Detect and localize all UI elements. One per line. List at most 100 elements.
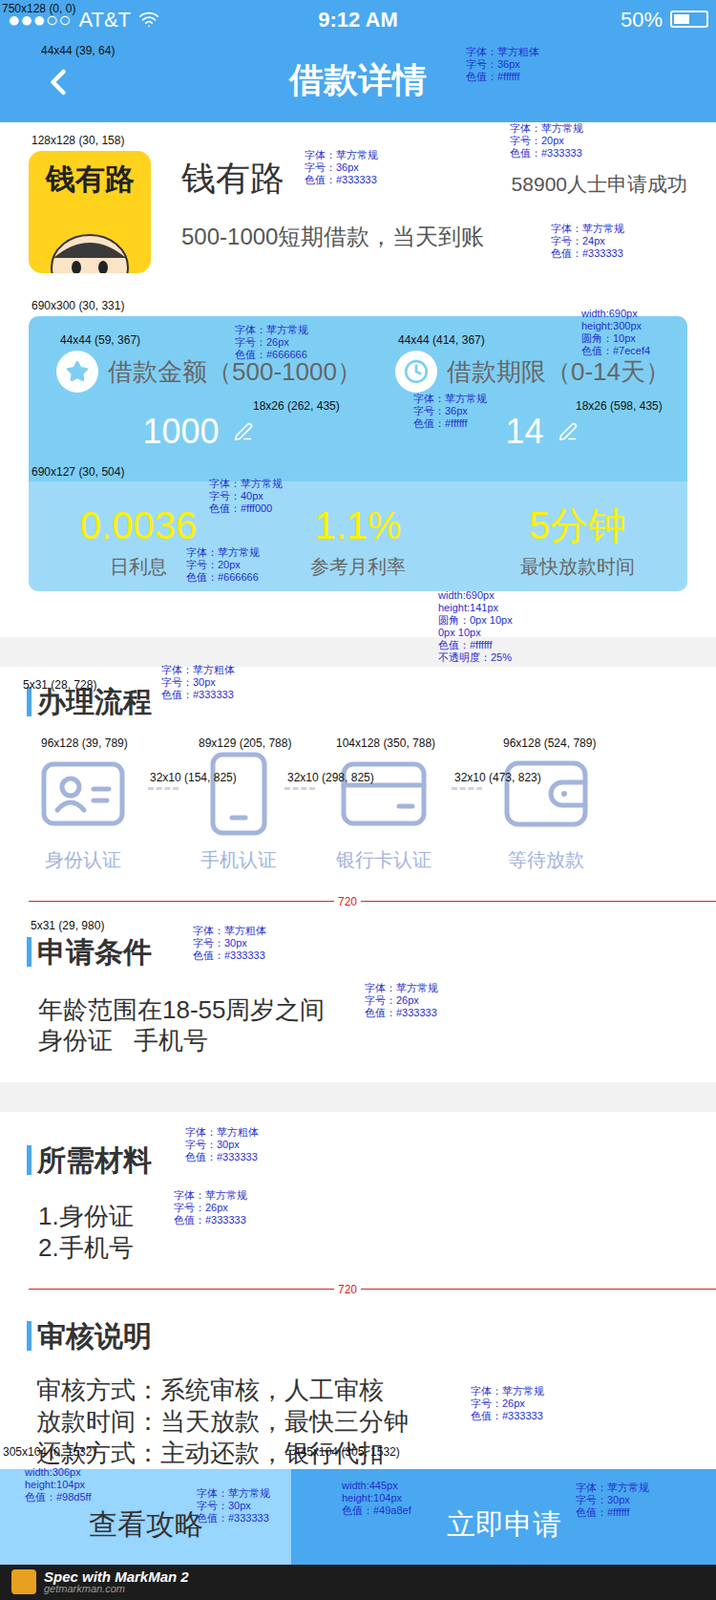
heading-bar: [26, 1320, 32, 1350]
review-line: 审核方式：系统审核，人工审核: [36, 1373, 680, 1406]
style-note: 字体：苹方常规字号：26px色值：#333333: [364, 981, 439, 1019]
box-label: 445x104 (305, 1532): [294, 1444, 401, 1458]
process-step: 等待放款: [500, 749, 592, 872]
box-label: 96x128 (524, 789): [503, 736, 596, 750]
box-label: 44x44 (39, 64): [41, 43, 115, 58]
loan-field: 借款金额（500-1000）1000: [28, 315, 368, 482]
style-note: 字体：苹方粗体字号：30px色值：#333333: [161, 663, 235, 701]
style-note: 字体：苹方粗体字号：30px色值：#333333: [185, 1125, 259, 1163]
stat: 0.0036日利息: [28, 502, 249, 591]
bank-card-icon: [339, 759, 428, 827]
process-step: 身份认证: [37, 749, 129, 872]
style-note: 字体：苹方粗体字号：30px色值：#333333: [192, 924, 267, 962]
divider: 720: [28, 1282, 716, 1296]
process-step: 银行卡认证: [334, 749, 434, 872]
edit-icon: [233, 421, 253, 442]
style-note: 字体：苹方常规字号：40px色值：#fff000: [209, 477, 283, 515]
condition-line: 身份证 手机号: [38, 1024, 678, 1055]
style-note: 字体：苹方常规字号：36px色值：#ffffff: [413, 392, 487, 430]
step-connector: [147, 783, 179, 794]
style-note: 字体：苹方常规字号：30px色值：#333333: [196, 1486, 271, 1524]
nav-title: 借款详情: [289, 59, 427, 102]
section-gap: [0, 1081, 716, 1112]
bottom-bar: 查看攻略立即申请: [0, 1468, 716, 1564]
heading-bar: [26, 936, 32, 967]
section-gap: [0, 636, 716, 667]
box-label: 89x129 (205, 788): [198, 736, 292, 750]
box-label: 690x127 (30, 504): [31, 464, 125, 479]
loan-field: 借款期限（0-14天）14: [367, 315, 688, 482]
box-label: 690x300 (30, 331): [31, 298, 125, 313]
carrier: AT&T: [78, 3, 131, 36]
divider: 720: [28, 894, 716, 908]
box-label: 750x128 (0, 0): [1, 1, 76, 16]
box-label: 128x128 (30, 158): [31, 133, 125, 148]
heading-bar: [26, 686, 32, 716]
guide-button[interactable]: 查看攻略: [0, 1468, 292, 1564]
process-steps: 身份认证手机认证银行卡认证等待放款: [0, 749, 716, 872]
box-label: 305x104 (0, 1532): [2, 1444, 96, 1458]
box-label: 5x31 (29, 980): [30, 918, 105, 932]
style-note: width:690pxheight:300px圆角：10px色值：#7ecef4: [581, 307, 651, 358]
wifi-icon: [138, 8, 160, 30]
style-note: 字体：苹方常规字号：20px色值：#333333: [509, 122, 584, 160]
id-card-icon: [40, 759, 127, 827]
style-note: 字体：苹方常规字号：30px色值：#ffffff: [575, 1480, 650, 1518]
logo: 钱有路: [28, 150, 151, 274]
clock-icon: [395, 350, 438, 393]
box-label: 96x128 (39, 789): [41, 736, 128, 750]
apply-button[interactable]: 立即申请: [291, 1468, 716, 1564]
box-label: 5x31 (28, 728): [22, 677, 97, 692]
stat: 1.1%参考月利率: [248, 502, 468, 591]
box-label: 44x44 (59, 367): [60, 333, 141, 347]
loan-card: 借款金额（500-1000）1000借款期限（0-14天）140.0036日利息…: [28, 315, 688, 591]
mascot-icon: [43, 223, 136, 274]
style-note: 字体：苹方常规字号：26px色值：#333333: [173, 1188, 248, 1226]
wallet-icon: [503, 758, 590, 828]
review-line: 还款方式：主动还款，银行代扣: [36, 1436, 680, 1469]
loan-value-field[interactable]: 1000: [56, 409, 368, 454]
app: ●●●○○AT&T 9:12 AM 50% 借款详情钱有路钱有路 58900人士申请成功…: [0, 0, 716, 1600]
back-button[interactable]: [37, 61, 80, 104]
style-note: width:445pxheight:104px色值：#49a8ef: [341, 1478, 412, 1517]
stat: 5分钟最快放款时间: [467, 502, 688, 591]
materials-heading: 所需材料: [0, 1140, 716, 1180]
conditions-heading: 申请条件: [0, 932, 716, 971]
phone-icon: [209, 750, 269, 837]
process-step: 手机认证: [195, 749, 281, 872]
material-line: 1.身份证: [38, 1200, 678, 1232]
nav-bar: 借款详情: [0, 38, 716, 123]
style-note: width:690pxheight:141px圆角：0px 10px0px 10…: [438, 589, 513, 664]
status-bar: ●●●○○AT&T 9:12 AM 50%: [0, 0, 716, 39]
battery-icon: [670, 10, 709, 28]
battery-text: 50%: [620, 3, 663, 36]
annotation-layer: 字体：苹方粗体字号：36px色值：#ffffff 字体：苹方常规字号：36px色值…: [0, 0, 716, 1600]
review-heading: 审核说明: [0, 1316, 716, 1355]
header: ●●●○○AT&T 9:12 AM 50% 借款详情: [0, 0, 716, 123]
box-label: 18x26 (262, 435): [252, 399, 340, 413]
box-label: 44x44 (414, 367): [398, 333, 485, 347]
heading-bar: [26, 1144, 32, 1175]
style-note: 字体：苹方常规字号：24px色值：#333333: [550, 222, 625, 260]
step-connector: [451, 783, 483, 794]
style-note: 字体：苹方常规字号：26px色值：#666666: [234, 323, 309, 361]
box-label: 32x10 (298, 825): [287, 770, 375, 784]
step-connector: [284, 783, 316, 794]
material-line: 2.手机号: [38, 1231, 678, 1264]
tagline: 500-1000短期借款，当天到账: [181, 221, 688, 253]
style-note: 字体：苹方粗体字号：36px色值：#ffffff: [465, 45, 540, 84]
markman-logo-icon: [11, 1568, 37, 1594]
style-note: 字体：苹方常规字号：36px色值：#333333: [304, 148, 379, 187]
signal: ●●●○○: [7, 3, 71, 36]
condition-line: 年龄范围在18-55周岁之间: [38, 993, 678, 1025]
box-label: 18x26 (598, 435): [575, 399, 663, 413]
process-heading: 办理流程: [0, 682, 716, 721]
applicant-count: 58900人士申请成功: [511, 169, 688, 199]
stats-panel: 0.0036日利息1.1%参考月利率5分钟最快放款时间: [28, 481, 688, 591]
box-label: 104x128 (350, 788): [336, 736, 436, 750]
product-name: 钱有路: [181, 156, 285, 201]
loan-value-field[interactable]: 14: [395, 409, 688, 454]
product-info: 钱有路钱有路 58900人士申请成功 500-1000短期借款，当天到账: [0, 122, 716, 274]
time: 9:12 AM: [317, 3, 399, 36]
box-label: 32x10 (473, 823): [454, 770, 542, 784]
